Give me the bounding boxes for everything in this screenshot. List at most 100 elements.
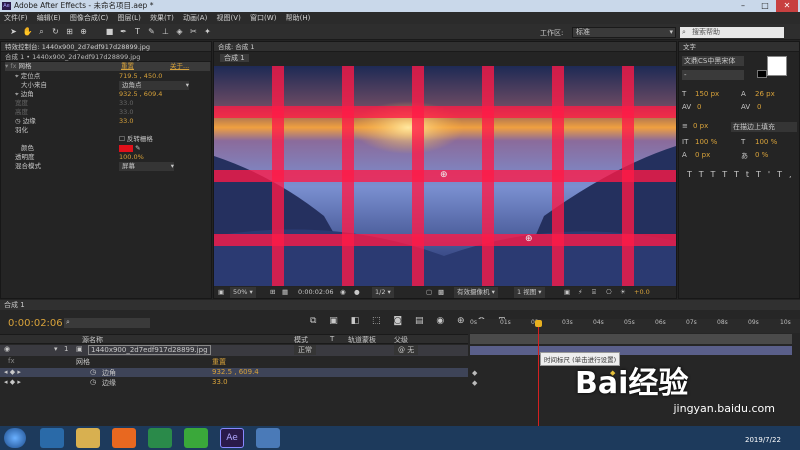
layer-mode-select[interactable]: 正常 (294, 345, 316, 355)
timeline-icon[interactable]: ⌸ (592, 287, 596, 298)
snapshot-icon[interactable]: ◉ (340, 287, 346, 298)
vscale-value[interactable]: 100 % (695, 138, 717, 146)
brush-tool-icon[interactable]: ✎ (146, 26, 157, 37)
tab-effect-controls[interactable]: 特效控制台: 1440x900_2d7edf917d28899.jpg (1, 42, 211, 52)
eye-icon[interactable]: ◉ (4, 345, 10, 353)
prop-anchor-value[interactable]: 719.5 , 450.0 (119, 72, 162, 81)
keyframe-icon[interactable]: ◆ (472, 379, 477, 387)
menu-layer[interactable]: 图层(L) (117, 14, 140, 22)
col-mode[interactable]: 模式 (294, 335, 308, 345)
layer-row[interactable]: ◉ ▾ 1 ▣ 1440x900_2d7edf917d28899.jpg 正常 … (0, 345, 468, 356)
menu-composition[interactable]: 图像合成(C) (70, 14, 108, 22)
explorer-icon[interactable] (76, 428, 100, 448)
stopwatch-icon[interactable]: ◷ (90, 368, 96, 376)
start-button[interactable] (4, 428, 26, 448)
fast-preview-icon[interactable]: ⚡ (578, 287, 583, 298)
menu-edit[interactable]: 编辑(E) (37, 14, 61, 22)
exposure-value[interactable]: +0.0 (634, 287, 650, 298)
prop-corner-value[interactable]: 932.5 , 609.4 (119, 90, 162, 99)
rotate-tool-icon[interactable]: ↻ (50, 26, 61, 37)
safe-zones-icon[interactable]: ⊞ (270, 287, 275, 298)
color-swatch[interactable]: ✎ (119, 144, 141, 153)
timeline-reset-link[interactable]: 重置 (212, 357, 226, 367)
firefox-icon[interactable] (112, 428, 136, 448)
doc-icon[interactable] (256, 428, 280, 448)
prop-border-value[interactable]: 33.0 (119, 117, 133, 126)
stroke-width-value[interactable]: 0 px (693, 122, 708, 130)
size-from-select[interactable]: 边角点 ▾ (119, 81, 189, 90)
border-prop-row[interactable]: ◂ ◆ ▸ ◷ 边缘 33.0 (0, 378, 468, 387)
zoom-select[interactable]: 50% ▾ (230, 287, 256, 298)
prop-opacity-value[interactable]: 100.0% (119, 153, 144, 162)
tab-composition[interactable]: 合成: 合成 1 (214, 42, 676, 52)
work-area-bar[interactable] (470, 334, 792, 344)
grid-effect-row[interactable]: 网格 重置 (0, 357, 468, 366)
font-style-select[interactable]: - (682, 70, 744, 80)
toggle-pixel-icon[interactable]: ▣ (564, 287, 570, 298)
font-select[interactable]: 文鼎CS中黑宋体 (682, 56, 744, 66)
baseline-value[interactable]: 0 px (695, 151, 710, 159)
tracking-value[interactable]: 0 (757, 103, 761, 111)
clone-tool-icon[interactable]: ⊥ (160, 26, 171, 37)
puppet-tool-icon[interactable]: ✦ (202, 26, 213, 37)
parent-select[interactable]: @ 无 (394, 345, 419, 355)
menu-animation[interactable]: 动画(A) (183, 14, 207, 22)
region-icon[interactable]: ▢ (426, 287, 432, 298)
flowchart-icon[interactable]: ⎔ (606, 287, 612, 298)
leading-value[interactable]: 26 px (755, 90, 775, 98)
keyframe-nav-icon[interactable]: ◂ ◆ ▸ (4, 378, 21, 386)
col-source-name[interactable]: 源名称 (82, 335, 103, 345)
text-style-buttons[interactable]: TTTTTtT'T, (687, 170, 799, 179)
pan-tool-icon[interactable]: ⊕ (78, 26, 89, 37)
expand-arrow-icon[interactable]: ▾ (54, 345, 58, 353)
camera-select[interactable]: 有效摄像机 ▾ (454, 287, 498, 298)
keyframe-nav-icon[interactable]: ◂ ◆ ▸ (4, 368, 21, 376)
menu-file[interactable]: 文件(F) (4, 14, 28, 22)
corner-value[interactable]: 932.5 , 609.4 (212, 368, 259, 376)
search-help-input[interactable]: ⌕ 搜索帮助 (680, 27, 784, 38)
invert-grid-checkbox[interactable]: ☐ 反转栅格 (119, 135, 153, 144)
media-icon[interactable] (148, 428, 172, 448)
pen-tool-icon[interactable]: ✒ (118, 26, 129, 37)
comp-crumb[interactable]: 合成 1 (220, 54, 249, 62)
transparency-grid-icon[interactable]: ▩ (438, 287, 444, 298)
hscale-value[interactable]: 100 % (755, 138, 777, 146)
reset-link[interactable]: 重置 (121, 62, 134, 71)
grid-toggle-icon[interactable]: ▦ (282, 287, 288, 298)
zoom-tool-icon[interactable]: ⌕ (36, 26, 47, 37)
ae-taskbar-button[interactable]: Ae (220, 428, 244, 448)
timeline-timecode[interactable]: 0:00:02:06 (8, 318, 63, 329)
maximize-button[interactable]: □ (754, 0, 776, 12)
effect-row-grid[interactable]: ▾ fx 网格 重置 关于... (5, 62, 210, 71)
menu-help[interactable]: 帮助(H) (286, 14, 311, 22)
eraser-tool-icon[interactable]: ◈ (174, 26, 185, 37)
tsume-value[interactable]: 0 % (755, 151, 768, 159)
stroke-type-select[interactable]: 在描边上填充 (731, 122, 797, 132)
hand-tool-icon[interactable]: ✋ (22, 26, 33, 37)
minimize-button[interactable]: – (732, 0, 754, 12)
resolution-select[interactable]: 1/2 ▾ (372, 287, 394, 298)
font-size-value[interactable]: 150 px (695, 90, 719, 98)
roto-tool-icon[interactable]: ✂ (188, 26, 199, 37)
playhead-handle[interactable] (535, 320, 543, 327)
composition-viewer[interactable]: ⊕ ⊕ (214, 66, 676, 286)
border-value[interactable]: 33.0 (212, 378, 228, 386)
about-link[interactable]: 关于... (170, 62, 189, 71)
blend-mode-select[interactable]: 屏幕 ▾ (119, 162, 174, 171)
fill-color-swatch[interactable] (767, 56, 787, 76)
col-t[interactable]: T (330, 335, 334, 343)
menu-window[interactable]: 窗口(W) (250, 14, 276, 22)
workspace-select[interactable]: 标准 ▾ (572, 27, 676, 38)
col-track-matte[interactable]: 轨道蒙板 (348, 335, 376, 345)
stroke-color-swatch[interactable] (757, 70, 767, 78)
kerning-value[interactable]: 0 (697, 103, 701, 111)
eyedropper-icon[interactable]: ✎ (135, 144, 140, 152)
layer-duration-bar[interactable] (470, 346, 792, 355)
exposure-icon[interactable]: ☀ (620, 287, 626, 298)
show-channel-icon[interactable]: ● (354, 287, 360, 298)
camera-tool-icon[interactable]: ⊞ (64, 26, 75, 37)
views-select[interactable]: 1 视图 ▾ (514, 287, 545, 298)
timeline-search-input[interactable]: ⌕ (64, 318, 150, 328)
text-tool-icon[interactable]: T (132, 26, 143, 37)
anchor-point-icon[interactable]: ⊕ (440, 170, 448, 180)
